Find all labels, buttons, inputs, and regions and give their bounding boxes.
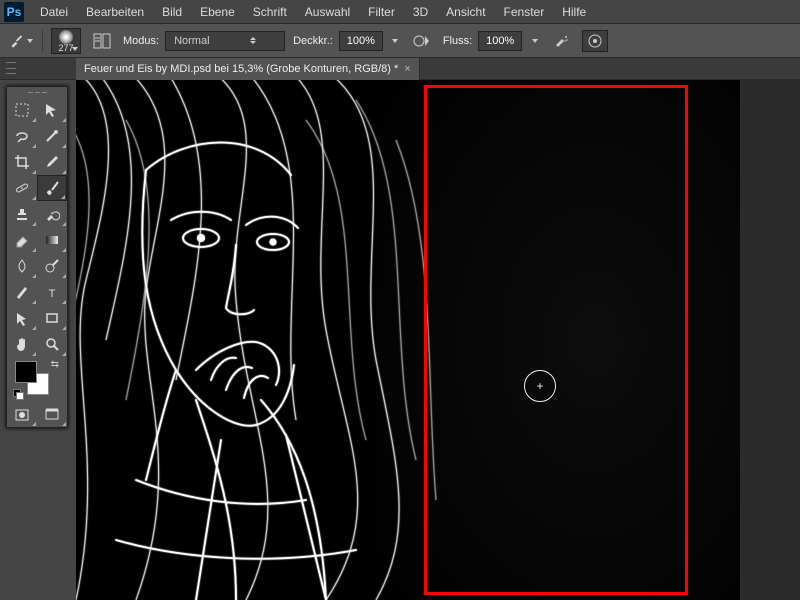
marquee-tool[interactable] <box>7 97 37 123</box>
eraser-tool[interactable] <box>7 227 37 253</box>
current-tool-icon[interactable] <box>8 30 34 52</box>
pen-tool[interactable] <box>7 279 37 305</box>
crop-tool[interactable] <box>7 149 37 175</box>
path-selection-tool[interactable] <box>7 305 37 331</box>
color-swatches: ⇆ <box>7 357 67 403</box>
foreground-color-swatch[interactable] <box>15 361 37 383</box>
document-canvas[interactable] <box>76 80 740 600</box>
default-colors-icon[interactable] <box>13 389 23 399</box>
hand-tool[interactable] <box>7 331 37 357</box>
history-brush-tool[interactable] <box>37 201 67 227</box>
brush-tool[interactable] <box>37 175 67 201</box>
opacity-label: Deckkr.: <box>293 35 333 47</box>
move-tool[interactable] <box>37 97 67 123</box>
quick-mask-toggle[interactable] <box>7 403 37 427</box>
pressure-size-icon[interactable] <box>582 30 608 52</box>
options-bar: 277 Modus: Normal Deckkr.: 100% Fluss: 1… <box>0 24 800 58</box>
opacity-dropdown[interactable] <box>387 30 401 52</box>
healing-brush-tool[interactable] <box>7 175 37 201</box>
gradient-tool[interactable] <box>37 227 67 253</box>
type-tool[interactable]: T <box>37 279 67 305</box>
svg-text:T: T <box>49 288 56 300</box>
menu-help[interactable]: Hilfe <box>554 3 594 21</box>
menu-type[interactable]: Schrift <box>245 3 295 21</box>
menu-view[interactable]: Ansicht <box>438 3 493 21</box>
menu-3d[interactable]: 3D <box>405 3 436 21</box>
canvas-workspace[interactable] <box>76 80 800 600</box>
menu-select[interactable]: Auswahl <box>297 3 358 21</box>
zoom-tool[interactable] <box>37 331 67 357</box>
tools-panel: T ⇆ <box>6 86 68 428</box>
menu-image[interactable]: Bild <box>154 3 190 21</box>
lasso-tool[interactable] <box>7 123 37 149</box>
screen-mode-toggle[interactable] <box>37 403 67 427</box>
flow-input[interactable]: 100% <box>478 31 522 51</box>
flow-field: Fluss: 100% <box>443 30 540 52</box>
tab-grip-icon[interactable] <box>6 62 16 74</box>
menu-edit[interactable]: Bearbeiten <box>78 3 152 21</box>
document-tab-bar: Feuer und Eis by MDI.psd bei 15,3% (Grob… <box>0 58 800 80</box>
menu-window[interactable]: Fenster <box>496 3 553 21</box>
brush-panel-toggle-icon[interactable] <box>89 30 115 52</box>
blend-mode-field: Modus: Normal <box>123 31 285 51</box>
airbrush-toggle-icon[interactable] <box>548 30 574 52</box>
flow-dropdown[interactable] <box>526 30 540 52</box>
document-tab[interactable]: Feuer und Eis by MDI.psd bei 15,3% (Grob… <box>76 58 420 80</box>
shape-tool[interactable] <box>37 305 67 331</box>
blend-mode-value: Normal <box>174 35 209 47</box>
menu-filter[interactable]: Filter <box>360 3 403 21</box>
menu-bar: Ps Datei Bearbeiten Bild Ebene Schrift A… <box>0 0 800 24</box>
blur-tool[interactable] <box>7 253 37 279</box>
flow-label: Fluss: <box>443 35 472 47</box>
dodge-tool[interactable] <box>37 253 67 279</box>
swap-colors-icon[interactable]: ⇆ <box>51 359 59 370</box>
clone-stamp-tool[interactable] <box>7 201 37 227</box>
menu-layer[interactable]: Ebene <box>192 3 243 21</box>
tools-panel-grip[interactable] <box>7 87 67 97</box>
opacity-input[interactable]: 100% <box>339 31 383 51</box>
magic-wand-tool[interactable] <box>37 123 67 149</box>
close-icon[interactable]: × <box>404 63 410 75</box>
blend-mode-select[interactable]: Normal <box>165 31 285 51</box>
document-tab-title: Feuer und Eis by MDI.psd bei 15,3% (Grob… <box>84 63 398 75</box>
pressure-opacity-icon[interactable] <box>409 30 435 52</box>
menu-file[interactable]: Datei <box>32 3 76 21</box>
eyedropper-tool[interactable] <box>37 149 67 175</box>
brush-preset-picker[interactable]: 277 <box>51 28 81 54</box>
opacity-field: Deckkr.: 100% <box>293 30 401 52</box>
separator <box>42 30 43 52</box>
app-logo: Ps <box>4 2 24 22</box>
mode-label: Modus: <box>123 35 159 47</box>
